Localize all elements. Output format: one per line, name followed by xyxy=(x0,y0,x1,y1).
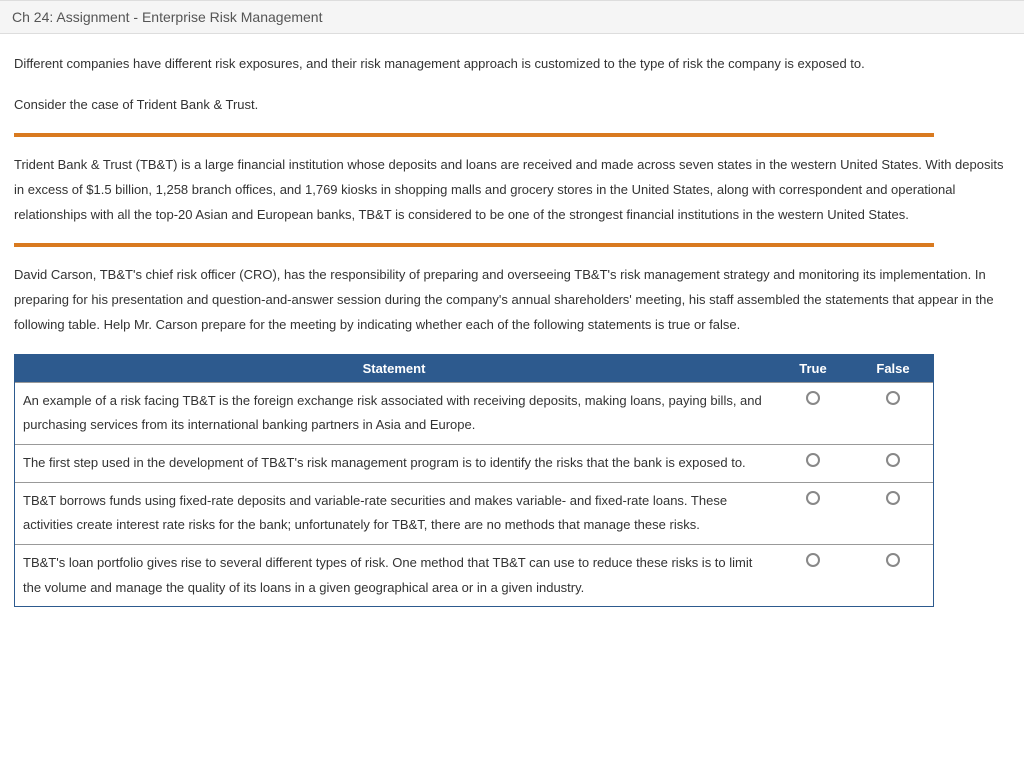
radio-false[interactable] xyxy=(886,453,900,467)
true-cell xyxy=(773,445,853,474)
radio-true[interactable] xyxy=(806,453,820,467)
table-row: An example of a risk facing TB&T is the … xyxy=(15,382,933,444)
statement-table: Statement True False An example of a ris… xyxy=(14,354,934,608)
false-cell xyxy=(853,483,933,512)
radio-true[interactable] xyxy=(806,391,820,405)
column-header-statement: Statement xyxy=(15,355,773,382)
page-header: Ch 24: Assignment - Enterprise Risk Mana… xyxy=(0,0,1024,34)
radio-false[interactable] xyxy=(886,491,900,505)
divider xyxy=(14,133,934,137)
table-row: TB&T's loan portfolio gives rise to seve… xyxy=(15,544,933,606)
true-cell xyxy=(773,545,853,574)
true-cell xyxy=(773,383,853,412)
radio-true[interactable] xyxy=(806,553,820,567)
page-title: Ch 24: Assignment - Enterprise Risk Mana… xyxy=(12,9,322,25)
table-row: TB&T borrows funds using fixed-rate depo… xyxy=(15,482,933,544)
table-header-row: Statement True False xyxy=(15,355,933,382)
false-cell xyxy=(853,545,933,574)
table-row: The first step used in the development o… xyxy=(15,444,933,482)
false-cell xyxy=(853,383,933,412)
true-cell xyxy=(773,483,853,512)
consider-paragraph: Consider the case of Trident Bank & Trus… xyxy=(14,93,1010,118)
description-paragraph: Trident Bank & Trust (TB&T) is a large f… xyxy=(14,153,1010,227)
statement-cell: TB&T borrows funds using fixed-rate depo… xyxy=(15,483,773,544)
false-cell xyxy=(853,445,933,474)
column-header-true: True xyxy=(773,355,853,382)
statement-cell: An example of a risk facing TB&T is the … xyxy=(15,383,773,444)
content-area: Different companies have different risk … xyxy=(0,34,1024,617)
instruction-paragraph: David Carson, TB&T's chief risk officer … xyxy=(14,263,1010,337)
intro-paragraph: Different companies have different risk … xyxy=(14,52,1010,77)
radio-true[interactable] xyxy=(806,491,820,505)
column-header-false: False xyxy=(853,355,933,382)
statement-cell: The first step used in the development o… xyxy=(15,445,773,482)
divider xyxy=(14,243,934,247)
radio-false[interactable] xyxy=(886,553,900,567)
statement-cell: TB&T's loan portfolio gives rise to seve… xyxy=(15,545,773,606)
radio-false[interactable] xyxy=(886,391,900,405)
